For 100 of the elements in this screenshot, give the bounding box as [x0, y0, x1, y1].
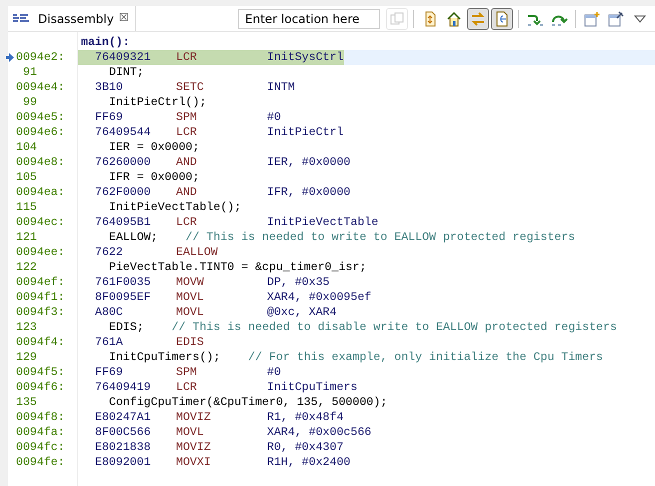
- source-code: InitCpuTimers();: [108, 350, 220, 365]
- mnemonic: LCR: [176, 125, 198, 140]
- line-number: 105: [16, 170, 37, 185]
- opcode: 8F00C566: [94, 425, 152, 440]
- toolbar-button[interactable]: [491, 8, 513, 30]
- address: 0094e2:: [16, 50, 65, 65]
- instruction-pointer-icon: [6, 53, 14, 62]
- opcode: FF69: [94, 110, 124, 125]
- line-number: 123: [16, 320, 37, 335]
- mnemonic: EDIS: [176, 335, 205, 350]
- address: 0094f3:: [16, 305, 65, 320]
- address: 0094f8:: [16, 410, 65, 425]
- address: 0094f6:: [16, 380, 65, 395]
- address: 0094e4:: [16, 80, 65, 95]
- opcode: 76409544: [94, 125, 152, 140]
- mnemonic: LCR: [176, 380, 198, 395]
- source-document-icon: [494, 10, 510, 26]
- operand: IFR, #0x0000: [267, 185, 350, 200]
- operand: XAR4, #0x0095ef: [267, 290, 372, 305]
- mnemonic: LCR: [176, 215, 198, 230]
- line-number: 104: [16, 140, 37, 155]
- operand: InitCpuTimers: [267, 380, 358, 395]
- code-comment: // This is needed to write to EALLOW protected registers: [184, 230, 576, 245]
- address: 0094e6:: [16, 125, 65, 140]
- operand: InitPieCtrl: [267, 125, 344, 140]
- line-number: 122: [16, 260, 37, 275]
- opcode: 8F0095EF: [94, 290, 152, 305]
- line-number: 129: [16, 350, 37, 365]
- operand: InitPieVectTable: [267, 215, 378, 230]
- address: 0094f4:: [16, 335, 65, 350]
- opcode: E8021838: [94, 440, 152, 455]
- mnemonic: MOVIZ: [176, 440, 212, 455]
- operand: IER, #0x0000: [267, 155, 350, 170]
- go-to-address-icon: [390, 12, 404, 26]
- line-number: 115: [16, 200, 37, 215]
- operand: INTM: [267, 80, 295, 95]
- opcode: A80C: [94, 305, 124, 320]
- location-field[interactable]: Enter location here: [238, 9, 380, 29]
- toolbar-button[interactable]: [467, 8, 489, 30]
- address: 0094fc:: [16, 440, 65, 455]
- source-code: ConfigCpuTimer(&CpuTimer0, 135, 500000);: [108, 395, 388, 410]
- code-comment: // For this example, only initialize the Cpu Timers: [247, 350, 603, 365]
- mnemonic: SETC: [176, 80, 205, 95]
- source-code: PieVectTable.TINT0 = &cpu_timer0_isr;: [108, 260, 366, 275]
- mnemonic: MOVL: [176, 425, 205, 440]
- close-button[interactable]: ☒: [118, 10, 129, 27]
- opcode: 764095B1: [94, 215, 152, 230]
- source-code: InitPieCtrl();: [108, 95, 206, 110]
- operand: InitSysCtrl: [267, 50, 344, 65]
- address: 0094f1:: [16, 290, 65, 305]
- mnemonic: EALLOW: [176, 245, 219, 260]
- mnemonic: LCR: [176, 50, 198, 65]
- pin-icon: [608, 10, 624, 26]
- line-number: 91: [22, 65, 37, 80]
- operand: R0, #0x4307: [267, 440, 344, 455]
- source-code: EDIS;: [108, 320, 144, 335]
- address: 0094fa:: [16, 425, 65, 440]
- operand: R1, #0x48f4: [267, 410, 344, 425]
- home-icon: [446, 10, 462, 26]
- operand: R1H, #0x2400: [267, 455, 350, 470]
- opcode: 76260000: [94, 155, 152, 170]
- address: 0094ea:: [16, 185, 65, 200]
- line-number: 99: [22, 95, 37, 110]
- mnemonic: SPM: [176, 110, 198, 125]
- opcode: 7622: [94, 245, 124, 260]
- opcode: E80247A1: [94, 410, 152, 425]
- tab-title: Disassembly: [38, 10, 114, 28]
- address: 0094f5:: [16, 365, 65, 380]
- mnemonic: MOVW: [176, 275, 205, 290]
- line-number: 135: [16, 395, 37, 410]
- operand: #0: [267, 110, 281, 125]
- source-code: IER = 0x0000;: [108, 140, 200, 155]
- mnemonic: SPM: [176, 365, 198, 380]
- address: 0094ee:: [16, 245, 65, 260]
- address: 0094e8:: [16, 155, 65, 170]
- mnemonic: MOVIZ: [176, 410, 212, 425]
- opcode: 76409321: [94, 50, 152, 65]
- source-code: EALLOW;: [108, 230, 158, 245]
- operand: @0xc, XAR4: [267, 305, 337, 320]
- dropdown-triangle-icon: [634, 14, 646, 22]
- line-number: 121: [16, 230, 37, 245]
- operand: DP, #0x35: [267, 275, 330, 290]
- code-comment: // This is needed to disable write to EALLOW protected registers: [170, 320, 617, 335]
- opcode: FF69: [94, 365, 124, 380]
- operand: XAR4, #0x00c566: [267, 425, 372, 440]
- mnemonic: MOVL: [176, 305, 205, 320]
- mnemonic: AND: [176, 155, 198, 170]
- mnemonic: AND: [176, 185, 198, 200]
- new-window-icon: [584, 10, 600, 26]
- address: 0094ef:: [16, 275, 65, 290]
- opcode: E8092001: [94, 455, 152, 470]
- mnemonic: MOVL: [176, 290, 205, 305]
- source-code: IFR = 0x0000;: [108, 170, 200, 185]
- source-code: DINT;: [108, 65, 144, 80]
- operand: #0: [267, 365, 281, 380]
- address: 0094e5:: [16, 110, 65, 125]
- address: 0094ec:: [16, 215, 65, 230]
- function-label: main():: [80, 35, 130, 50]
- opcode: 762F0000: [94, 185, 152, 200]
- mnemonic: MOVXI: [176, 455, 212, 470]
